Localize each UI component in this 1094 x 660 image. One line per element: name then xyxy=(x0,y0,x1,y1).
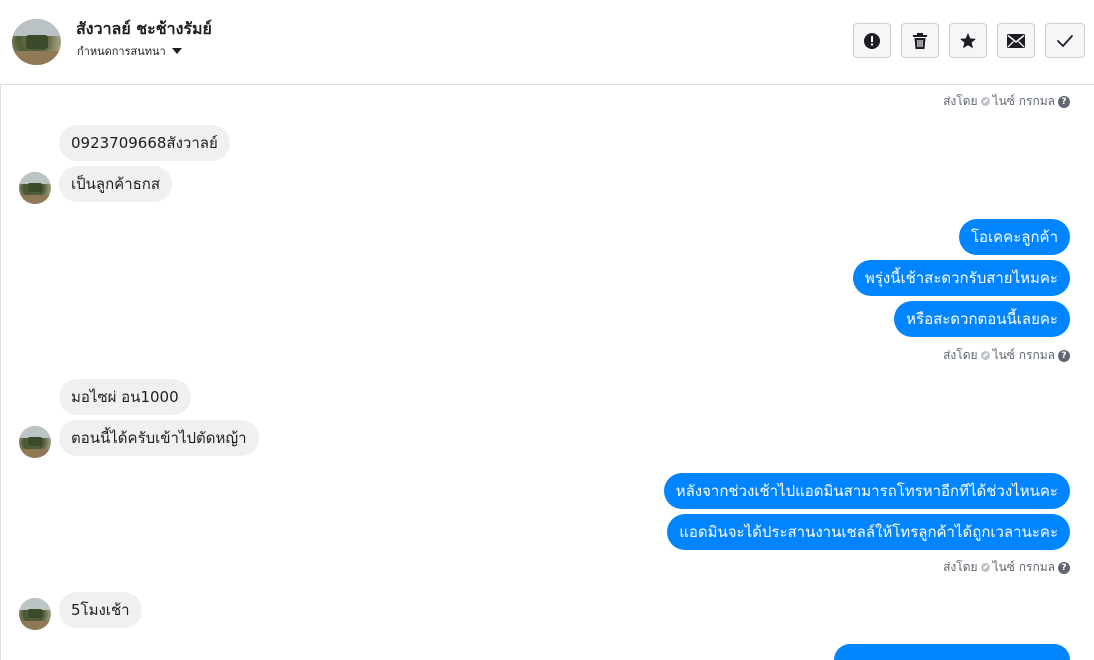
alert-icon xyxy=(864,32,880,49)
incoming-message[interactable]: 5โมงเช้า xyxy=(59,592,142,628)
conversation-header: สังวาลย์ ชะช้างรัมย์ กำหนดการสนทนา xyxy=(0,0,1094,85)
sent-by-indicator: ส่งโดย ไนซ์ กรกมล ? xyxy=(943,558,1070,577)
sent-by-name[interactable]: ไนซ์ กรกมล xyxy=(993,558,1055,577)
check-icon xyxy=(1057,34,1073,47)
outgoing-message[interactable]: หลังจากช่วงเช้าไปแอดมินสามารถโทรหาอีกทีไ… xyxy=(663,473,1070,509)
sent-by-label: ส่งโดย xyxy=(943,348,978,362)
contact-avatar[interactable] xyxy=(12,19,61,65)
outgoing-message-partial[interactable] xyxy=(834,644,1070,660)
trash-icon xyxy=(913,32,927,49)
contact-name[interactable]: สังวาลย์ ชะช้างรัมย์ xyxy=(76,17,212,42)
outgoing-message[interactable]: โอเคคะลูกค้า xyxy=(958,219,1070,255)
envelope-icon xyxy=(1007,33,1025,48)
delete-button[interactable] xyxy=(901,23,939,58)
conversation-schedule-dropdown[interactable]: กำหนดการสนทนา xyxy=(77,42,182,60)
seen-check-icon xyxy=(980,563,990,572)
contact-avatar-small[interactable] xyxy=(19,426,51,458)
help-icon[interactable]: ? xyxy=(1058,349,1070,362)
mark-unread-button[interactable] xyxy=(997,23,1035,58)
outgoing-message[interactable]: หรือสะดวกตอนนี้เลยคะ xyxy=(894,301,1070,337)
help-icon[interactable]: ? xyxy=(1058,561,1070,574)
incoming-message[interactable]: ตอนนี้ได้ครับเข้าไปตัดหญ้า xyxy=(59,420,259,456)
sent-by-name[interactable]: ไนซ์ กรกมล xyxy=(993,92,1055,111)
incoming-message[interactable]: เป็นลูกค้าธกส xyxy=(59,166,173,202)
sent-by-label: ส่งโดย xyxy=(943,94,978,108)
incoming-message[interactable]: 0923709668สังวาลย์ xyxy=(59,125,230,161)
mark-done-button[interactable] xyxy=(1045,23,1085,58)
sent-by-name[interactable]: ไนซ์ กรกมล xyxy=(993,346,1055,365)
sent-by-indicator: ส่งโดย ไนซ์ กรกมล ? xyxy=(943,346,1070,365)
outgoing-message[interactable]: แอดมินจะได้ประสานงานเชลล์ให้โทรลูกค้าได้… xyxy=(667,514,1070,550)
seen-check-icon xyxy=(980,351,990,360)
caret-down-icon xyxy=(171,48,182,54)
conversation-schedule-label: กำหนดการสนทนา xyxy=(77,45,166,58)
star-icon xyxy=(960,32,976,48)
outgoing-message[interactable]: พรุ่งนี้เช้าสะดวกรับสายไหมคะ xyxy=(852,260,1070,296)
sent-by-label: ส่งโดย xyxy=(943,560,978,574)
sent-by-indicator: ส่งโดย ไนซ์ กรกมล ? xyxy=(943,92,1070,111)
incoming-message[interactable]: มอไซผ่ อน1000 xyxy=(59,379,191,415)
report-button[interactable] xyxy=(853,23,891,58)
help-icon[interactable]: ? xyxy=(1058,95,1070,108)
contact-avatar-small[interactable] xyxy=(19,598,51,630)
panel-border xyxy=(0,85,1,660)
seen-check-icon xyxy=(980,97,990,106)
contact-avatar-small[interactable] xyxy=(19,172,51,204)
star-button[interactable] xyxy=(949,23,987,58)
